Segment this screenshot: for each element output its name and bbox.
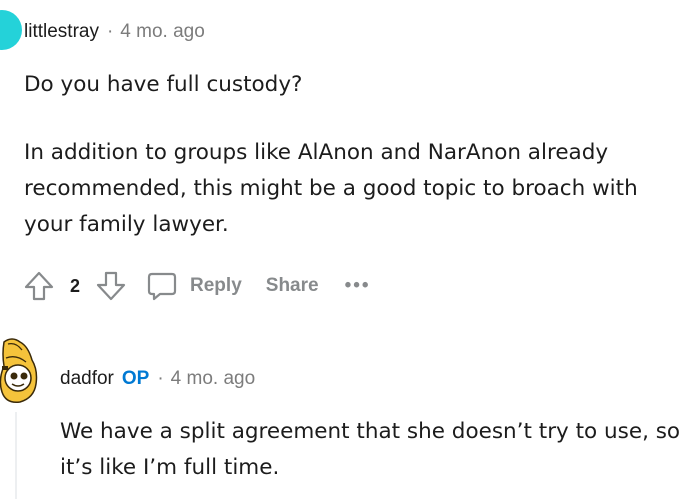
upvote-arrow-icon[interactable] bbox=[22, 269, 56, 303]
timestamp[interactable]: 4 mo. ago bbox=[171, 368, 256, 390]
comment-body-paragraph: We have a split agreement that she doesn… bbox=[60, 419, 681, 480]
more-options-button[interactable]: ••• bbox=[345, 275, 371, 297]
comment-body-paragraph: Do you have full custody? bbox=[24, 72, 303, 97]
reply-label: Reply bbox=[190, 275, 242, 296]
thread-line[interactable] bbox=[15, 412, 17, 499]
op-badge: OP bbox=[121, 368, 150, 389]
avatar[interactable] bbox=[0, 10, 22, 50]
comment-actions: 2 Reply Share ••• bbox=[22, 266, 371, 306]
downvote-arrow-icon[interactable] bbox=[94, 269, 128, 303]
comment-bubble-icon bbox=[146, 270, 178, 302]
comment-body-paragraph: In addition to groups like AlAnon and Na… bbox=[24, 140, 638, 237]
separator-dot: · bbox=[157, 368, 164, 389]
separator-dot: · bbox=[106, 21, 114, 42]
username[interactable]: littlestray bbox=[24, 21, 99, 43]
reply-button[interactable]: Reply bbox=[146, 270, 242, 302]
avatar[interactable] bbox=[0, 336, 44, 406]
timestamp[interactable]: 4 mo. ago bbox=[120, 21, 205, 43]
comment-meta: dadfor OP · 4 mo. ago bbox=[60, 366, 255, 392]
username[interactable]: dadfor bbox=[60, 368, 114, 390]
vote-count: 2 bbox=[70, 275, 81, 296]
comment-meta: littlestray · 4 mo. ago bbox=[24, 20, 205, 44]
comment-thread: littlestray · 4 mo. ago Do you have full… bbox=[0, 0, 700, 499]
share-button[interactable]: Share bbox=[266, 275, 319, 297]
